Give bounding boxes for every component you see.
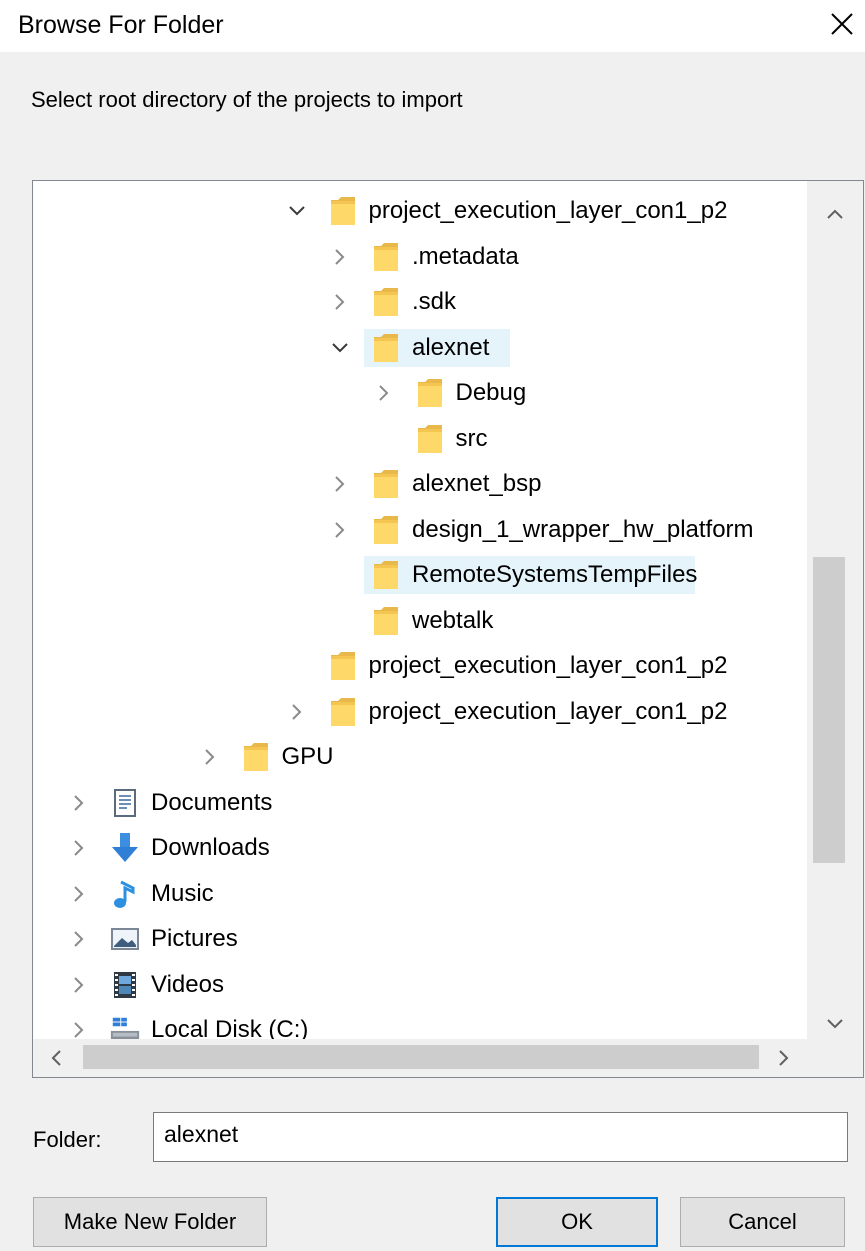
local-disk-icon	[109, 1015, 141, 1039]
chevron-right-icon[interactable]	[69, 975, 89, 995]
tree-item[interactable]: webtalk	[33, 602, 807, 640]
folder-icon	[370, 242, 402, 272]
folder-icon	[370, 287, 402, 317]
folder-icon	[414, 378, 446, 408]
scrollbar-corner	[807, 1039, 863, 1077]
tree-item-label: Videos	[151, 970, 224, 998]
tree-item-label: Music	[151, 879, 214, 907]
folder-field-label: Folder:	[33, 1127, 102, 1152]
chevron-right-icon[interactable]	[69, 793, 89, 813]
music-icon	[109, 879, 141, 909]
chevron-right-icon[interactable]	[330, 474, 350, 494]
vertical-scrollbar[interactable]	[807, 181, 863, 1039]
downloads-icon	[109, 833, 141, 863]
ok-button[interactable]: OK	[496, 1197, 658, 1247]
tree-item[interactable]: .sdk	[33, 283, 807, 321]
chevron-down-icon[interactable]	[287, 201, 307, 221]
tree-item-label: RemoteSystemsTempFiles	[412, 561, 698, 588]
tree-item[interactable]: Local Disk (C:)	[33, 1011, 807, 1039]
instruction-text: Select root directory of the projects to…	[31, 87, 463, 112]
folder-icon	[370, 560, 402, 590]
folder-icon	[370, 515, 402, 545]
tree-item-label: alexnet_bsp	[412, 470, 542, 497]
tree-item-label: Debug	[455, 379, 527, 406]
tree-item[interactable]: src	[33, 420, 807, 458]
chevron-down-icon[interactable]	[330, 338, 350, 358]
tree-item-label: GPU	[281, 743, 334, 770]
tree-item-label: alexnet	[412, 333, 490, 361]
chevron-right-icon[interactable]	[330, 520, 350, 540]
scroll-down-button[interactable]	[807, 1005, 863, 1043]
chevron-up-icon	[827, 209, 843, 219]
tree-item-label: Pictures	[151, 925, 238, 952]
folder-icon	[327, 697, 359, 727]
videos-icon	[109, 970, 141, 1000]
folder-icon	[414, 424, 446, 454]
tree-item[interactable]: Pictures	[33, 920, 807, 958]
horizontal-scroll-thumb[interactable]	[83, 1045, 759, 1069]
tree-item-label: .metadata	[412, 242, 519, 270]
horizontal-scrollbar[interactable]	[33, 1039, 807, 1077]
tree-item[interactable]: project_execution_layer_con1_p2	[33, 647, 807, 685]
tree-item[interactable]: alexnet_bsp	[33, 465, 807, 503]
scroll-left-button[interactable]	[33, 1039, 79, 1077]
folder-input[interactable]	[153, 1112, 848, 1162]
chevron-right-icon[interactable]	[69, 929, 89, 949]
pictures-icon	[109, 924, 141, 954]
tree-item[interactable]: project_execution_layer_con1_p2	[33, 693, 807, 731]
folder-icon	[370, 333, 402, 363]
folder-icon	[370, 606, 402, 636]
tree-item[interactable]: Downloads	[33, 829, 807, 867]
tree-item[interactable]: Documents	[33, 784, 807, 822]
tree-item[interactable]: Videos	[33, 966, 807, 1004]
tree-item-label: webtalk	[412, 606, 494, 634]
chevron-right-icon[interactable]	[330, 292, 350, 312]
tree-item[interactable]: project_execution_layer_con1_p2	[33, 192, 807, 230]
scroll-right-button[interactable]	[761, 1039, 807, 1077]
tree-item-label: project_execution_layer_con1_p2	[368, 697, 728, 725]
folder-tree: project_execution_layer_con1_p2 .metadata…	[32, 180, 864, 1078]
chevron-right-icon[interactable]	[200, 747, 220, 767]
close-button[interactable]	[822, 4, 862, 44]
chevron-right-icon[interactable]	[69, 1020, 89, 1039]
chevron-right-icon[interactable]	[69, 838, 89, 858]
make-new-folder-button[interactable]: Make New Folder	[33, 1197, 267, 1247]
window-title: Browse For Folder	[18, 11, 224, 39]
tree-item-label: design_1_wrapper_hw_platform	[412, 515, 754, 543]
title-bar: Browse For Folder	[0, 0, 865, 52]
cancel-button[interactable]: Cancel	[680, 1197, 845, 1247]
tree-viewport: project_execution_layer_con1_p2 .metadata…	[33, 181, 807, 1039]
folder-icon	[370, 469, 402, 499]
chevron-right-icon	[779, 1050, 789, 1066]
tree-item[interactable]: .metadata	[33, 238, 807, 276]
folder-icon	[327, 651, 359, 681]
tree-item-label: Local Disk (C:)	[151, 1016, 309, 1039]
close-icon	[831, 13, 853, 35]
chevron-left-icon	[51, 1050, 61, 1066]
scroll-up-button[interactable]	[807, 195, 863, 233]
vertical-scroll-thumb[interactable]	[813, 557, 845, 863]
documents-icon	[109, 788, 141, 818]
tree-item-label: Documents	[151, 788, 273, 816]
chevron-right-icon[interactable]	[69, 884, 89, 904]
tree-item-label: project_execution_layer_con1_p2	[368, 197, 728, 224]
folder-icon	[240, 742, 272, 772]
chevron-right-icon[interactable]	[330, 247, 350, 267]
tree-item[interactable]: RemoteSystemsTempFiles	[33, 556, 807, 594]
tree-item[interactable]: design_1_wrapper_hw_platform	[33, 511, 807, 549]
tree-item[interactable]: Debug	[33, 374, 807, 412]
chevron-right-icon[interactable]	[374, 383, 394, 403]
chevron-right-icon[interactable]	[287, 702, 307, 722]
folder-icon	[327, 196, 359, 226]
tree-item[interactable]: Music	[33, 875, 807, 913]
tree-item[interactable]: GPU	[33, 738, 807, 776]
tree-item-label: src	[455, 424, 488, 452]
tree-item-label: .sdk	[412, 288, 457, 315]
tree-item[interactable]: alexnet	[33, 328, 807, 367]
tree-item-label: Downloads	[151, 834, 270, 861]
tree-item-label: project_execution_layer_con1_p2	[368, 652, 728, 679]
chevron-down-icon	[827, 1019, 843, 1029]
